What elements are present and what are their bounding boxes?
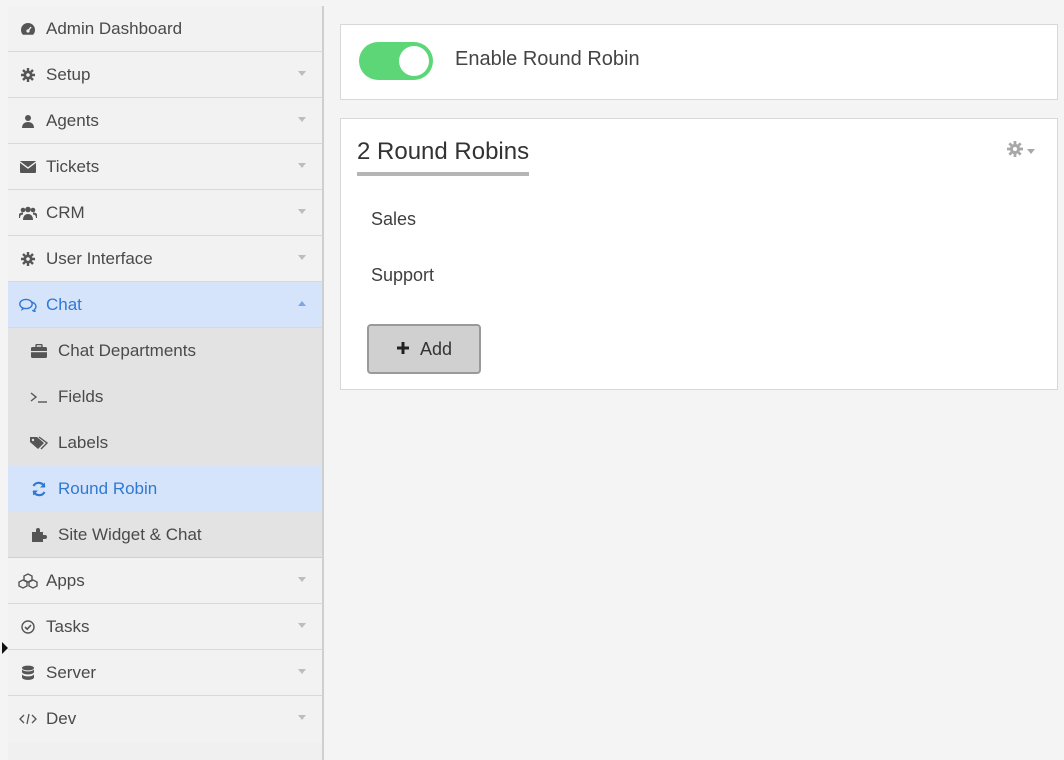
- puzzle-icon: [28, 527, 50, 542]
- sidebar-item-label: Tickets: [46, 156, 100, 176]
- chevron-down-icon: [298, 163, 306, 168]
- chevron-down-icon: [1027, 149, 1035, 154]
- sidebar-subitem-fields[interactable]: Fields: [8, 374, 322, 420]
- enable-round-robin-panel: Enable Round Robin: [340, 24, 1058, 100]
- check-circle-icon: [18, 619, 38, 634]
- gear-icon: [18, 251, 38, 266]
- sidebar-item-label: User Interface: [46, 248, 153, 268]
- cursor-pointer-icon: [2, 642, 8, 654]
- settings-menu-button[interactable]: [1007, 141, 1035, 162]
- sidebar-item-label: Setup: [46, 64, 91, 84]
- code-icon: [18, 713, 38, 725]
- sidebar-item-label: Server: [46, 662, 97, 682]
- plus-icon: [396, 339, 410, 360]
- chevron-down-icon: [298, 623, 306, 628]
- sidebar-item-user-interface[interactable]: User Interface: [8, 236, 322, 282]
- terminal-icon: [28, 391, 50, 403]
- sidebar-subitem-label: Round Robin: [58, 479, 158, 498]
- envelope-icon: [18, 160, 38, 173]
- sidebar-item-label: Admin Dashboard: [46, 18, 183, 38]
- sidebar-item-admin-dashboard[interactable]: Admin Dashboard: [8, 6, 322, 52]
- round-robins-panel: 2 Round Robins Sales Support Add: [340, 118, 1058, 390]
- sidebar-subitem-labels[interactable]: Labels: [8, 420, 322, 466]
- sidebar-subitem-chat-departments[interactable]: Chat Departments: [8, 328, 322, 374]
- sidebar-item-dev[interactable]: Dev: [8, 696, 322, 742]
- chevron-down-icon: [298, 577, 306, 582]
- sidebar-item-server[interactable]: Server: [8, 650, 322, 696]
- gear-icon: [18, 67, 38, 82]
- chevron-down-icon: [298, 669, 306, 674]
- chevron-up-icon: [298, 301, 306, 306]
- sidebar-subitem-label: Fields: [58, 387, 104, 406]
- sidebar-item-label: Agents: [46, 110, 99, 130]
- sidebar-item-agents[interactable]: Agents: [8, 98, 322, 144]
- sidebar: Admin Dashboard Setup Agents Tickets CRM…: [8, 6, 324, 760]
- chevron-down-icon: [298, 117, 306, 122]
- sidebar-subitem-site-widget[interactable]: Site Widget & Chat: [8, 512, 322, 558]
- sidebar-item-setup[interactable]: Setup: [8, 52, 322, 98]
- add-round-robin-button[interactable]: Add: [367, 324, 481, 374]
- users-icon: [18, 206, 38, 220]
- chevron-down-icon: [298, 209, 306, 214]
- sidebar-subitem-label: Site Widget & Chat: [58, 524, 202, 544]
- gear-icon: [1007, 141, 1023, 162]
- sidebar-item-label: Chat: [46, 294, 82, 314]
- tags-icon: [28, 436, 50, 450]
- sidebar-item-label: Dev: [46, 709, 77, 728]
- database-icon: [18, 665, 38, 681]
- sidebar-item-label: CRM: [46, 202, 85, 222]
- list-item[interactable]: Support: [371, 265, 434, 321]
- sidebar-item-tasks[interactable]: Tasks: [8, 604, 322, 650]
- briefcase-icon: [28, 344, 50, 358]
- dashboard-icon: [18, 22, 38, 36]
- sidebar-subitem-label: Chat Departments: [58, 341, 196, 360]
- add-button-label: Add: [419, 338, 453, 359]
- sidebar-item-apps[interactable]: Apps: [8, 558, 322, 604]
- sidebar-item-label: Apps: [46, 570, 85, 590]
- list-item[interactable]: Sales: [371, 209, 434, 265]
- cubes-icon: [18, 572, 38, 589]
- sidebar-item-tickets[interactable]: Tickets: [8, 144, 322, 190]
- round-robins-title: 2 Round Robins: [357, 138, 530, 176]
- chevron-down-icon: [298, 71, 306, 76]
- sidebar-subitem-round-robin[interactable]: Round Robin: [8, 466, 322, 512]
- chat-icon: [18, 298, 38, 312]
- toggle-knob: [399, 46, 429, 76]
- chevron-down-icon: [298, 715, 306, 720]
- user-icon: [18, 114, 38, 128]
- round-robin-list: Sales Support: [371, 209, 434, 321]
- refresh-icon: [28, 481, 50, 497]
- enable-round-robin-toggle[interactable]: [359, 42, 433, 80]
- sidebar-item-chat[interactable]: Chat: [8, 282, 322, 328]
- sidebar-item-crm[interactable]: CRM: [8, 190, 322, 236]
- sidebar-item-label: Tasks: [46, 616, 90, 636]
- sidebar-subitem-label: Labels: [58, 433, 109, 452]
- enable-round-robin-label: Enable Round Robin: [455, 48, 640, 70]
- chevron-down-icon: [298, 255, 306, 260]
